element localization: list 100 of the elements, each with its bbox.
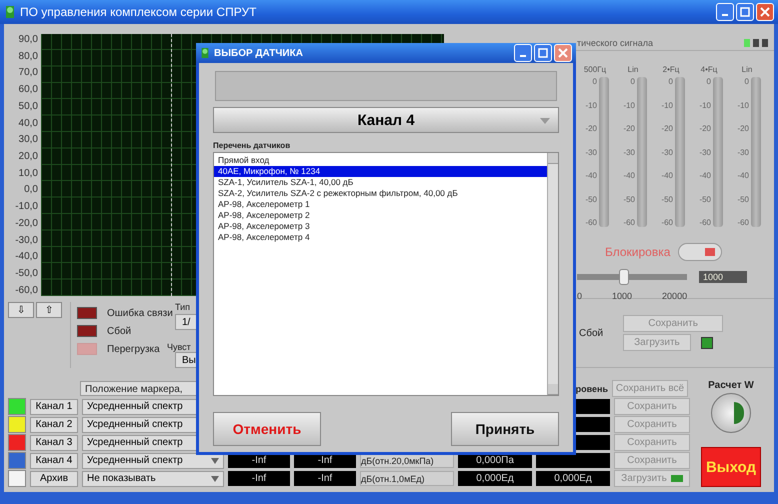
- minimize-button[interactable]: [716, 3, 734, 21]
- maximize-icon: [538, 48, 548, 58]
- scale-label: -50: [623, 194, 635, 204]
- scale-label: -10: [699, 100, 711, 110]
- scale-label: 0: [744, 77, 749, 86]
- indicator-label: Перегрузка: [107, 344, 160, 354]
- close-button[interactable]: [756, 3, 774, 21]
- scale-label: -60: [737, 218, 749, 227]
- channel-button[interactable]: Канал 2: [30, 416, 78, 432]
- scale-label: -60: [585, 218, 597, 227]
- slider-tick-label: 20000: [662, 291, 688, 301]
- axis-label: 20,0: [18, 151, 38, 162]
- axis-label: -60,0: [15, 284, 38, 296]
- minimize-button[interactable]: [514, 44, 532, 62]
- sensor-item[interactable]: AP-98, Акселерометр 1: [214, 199, 547, 210]
- close-button[interactable]: [554, 44, 572, 62]
- scale-label: -10: [737, 100, 749, 110]
- scale-label: -10: [661, 100, 673, 110]
- scale-label: -10: [585, 100, 597, 110]
- maximize-button[interactable]: [736, 3, 754, 21]
- channel-button[interactable]: Канал 4: [30, 452, 78, 468]
- scale-label: -40: [623, 171, 635, 180]
- dialog-title: ВЫБОР ДАТЧИКА: [214, 48, 303, 58]
- calc-label: Расчет W: [708, 380, 754, 391]
- scroll-button[interactable]: ⇧: [36, 302, 62, 318]
- scale-label: 0: [706, 77, 711, 86]
- axis-label: 0,0: [24, 184, 38, 196]
- lock-label: Блокировка: [605, 245, 670, 259]
- scale-label: -30: [737, 148, 749, 156]
- sensor-item[interactable]: SZA-1, Усилитель SZA-1, 40,00 дБ: [214, 177, 547, 188]
- meter-header: 500Гц: [582, 65, 608, 76]
- accept-button[interactable]: Принять: [451, 412, 559, 446]
- channel-button[interactable]: Канал 3: [30, 434, 78, 450]
- scale-label: -30: [661, 148, 673, 156]
- scale-label: -20: [699, 124, 711, 133]
- scale-label: -40: [661, 171, 673, 180]
- sensor-item[interactable]: SZA-2, Усилитель SZA-2 с режекторным фильтром, 40,00 дБ: [214, 188, 547, 199]
- dropdown-arrow-icon: [211, 458, 219, 464]
- axis-label: 80,0: [18, 50, 38, 62]
- scale-label: 0: [668, 77, 673, 86]
- scale-label: -40: [699, 171, 711, 180]
- sensor-item[interactable]: AP-98, Акселерометр 2: [214, 210, 547, 221]
- scrollbar[interactable]: [547, 153, 558, 395]
- sensor-item[interactable]: 40AE, Микрофон, № 1234: [214, 166, 547, 177]
- meter-header: Lin: [626, 65, 640, 76]
- meter-header: 4•Fц: [700, 65, 718, 76]
- calc-button[interactable]: [711, 393, 751, 433]
- readout-field: -Inf: [294, 471, 356, 486]
- scroll-button[interactable]: ⇩: [8, 302, 34, 318]
- scale-label: 0: [592, 77, 597, 86]
- channel-dropdown[interactable]: Канал 4: [213, 107, 559, 133]
- unit-label: дБ(отн.1,0мЕд): [360, 471, 454, 486]
- display-mode-dropdown[interactable]: Не показывать: [82, 470, 224, 486]
- type-button[interactable]: 1/: [175, 314, 198, 330]
- readout-field: 0,000Eд: [536, 471, 610, 486]
- display-mode-dropdown[interactable]: Усредненный спектр: [82, 452, 224, 468]
- lock-toggle[interactable]: [678, 243, 722, 261]
- minimize-icon: [722, 14, 728, 16]
- field-label: Тип: [175, 302, 190, 312]
- scale-label: -60: [699, 218, 711, 227]
- axis-label: 90,0: [18, 34, 38, 45]
- meter-header: 2•Fц: [662, 65, 680, 76]
- axis-label: 30,0: [18, 134, 38, 146]
- maximize-icon: [740, 7, 750, 17]
- minimize-icon: [520, 55, 526, 57]
- frequency-value: 1000: [699, 271, 747, 283]
- scale-label: -20: [737, 124, 749, 133]
- scale-label: 0: [630, 77, 635, 86]
- axis-label: 40,0: [18, 118, 38, 129]
- channel-button[interactable]: Архив: [30, 470, 78, 486]
- slider-thumb[interactable]: [619, 269, 630, 285]
- sensor-item[interactable]: Прямой вход: [214, 155, 547, 166]
- axis-label: -40,0: [15, 251, 38, 262]
- scale-label: -30: [699, 148, 711, 156]
- close-icon: [760, 7, 770, 17]
- meter-header: Lin: [740, 65, 754, 76]
- axis-label: 70,0: [18, 67, 38, 78]
- sensor-item[interactable]: AP-98, Акселерометр 3: [214, 221, 547, 232]
- scale-label: -50: [699, 194, 711, 204]
- axis-label: -30,0: [15, 234, 38, 246]
- axis-label: 10,0: [18, 168, 38, 179]
- scale-label: -10: [623, 100, 635, 110]
- axis-label: -20,0: [15, 218, 38, 229]
- fault-label: Сбой: [579, 328, 604, 338]
- scale-label: -50: [737, 194, 749, 204]
- axis-label: -50,0: [15, 268, 38, 280]
- indicator-label: Сбой: [107, 326, 132, 336]
- indicator-label: Ошибка связи: [107, 308, 173, 318]
- axis-label: 60,0: [18, 84, 38, 96]
- sensor-item[interactable]: AP-98, Акселерометр 4: [214, 232, 547, 243]
- panel-title: тического сигнала: [577, 38, 654, 48]
- scale-label: -40: [737, 171, 749, 180]
- column-header: ровень: [574, 384, 608, 394]
- dropdown-arrow-icon: [540, 118, 550, 124]
- list-label: Перечень датчиков: [213, 141, 292, 150]
- app-icon: [200, 47, 210, 59]
- maximize-button[interactable]: [534, 44, 552, 62]
- channel-button[interactable]: Канал 1: [30, 398, 78, 414]
- readout-field: 0,000Eд: [458, 471, 532, 486]
- scale-label: -50: [585, 194, 597, 204]
